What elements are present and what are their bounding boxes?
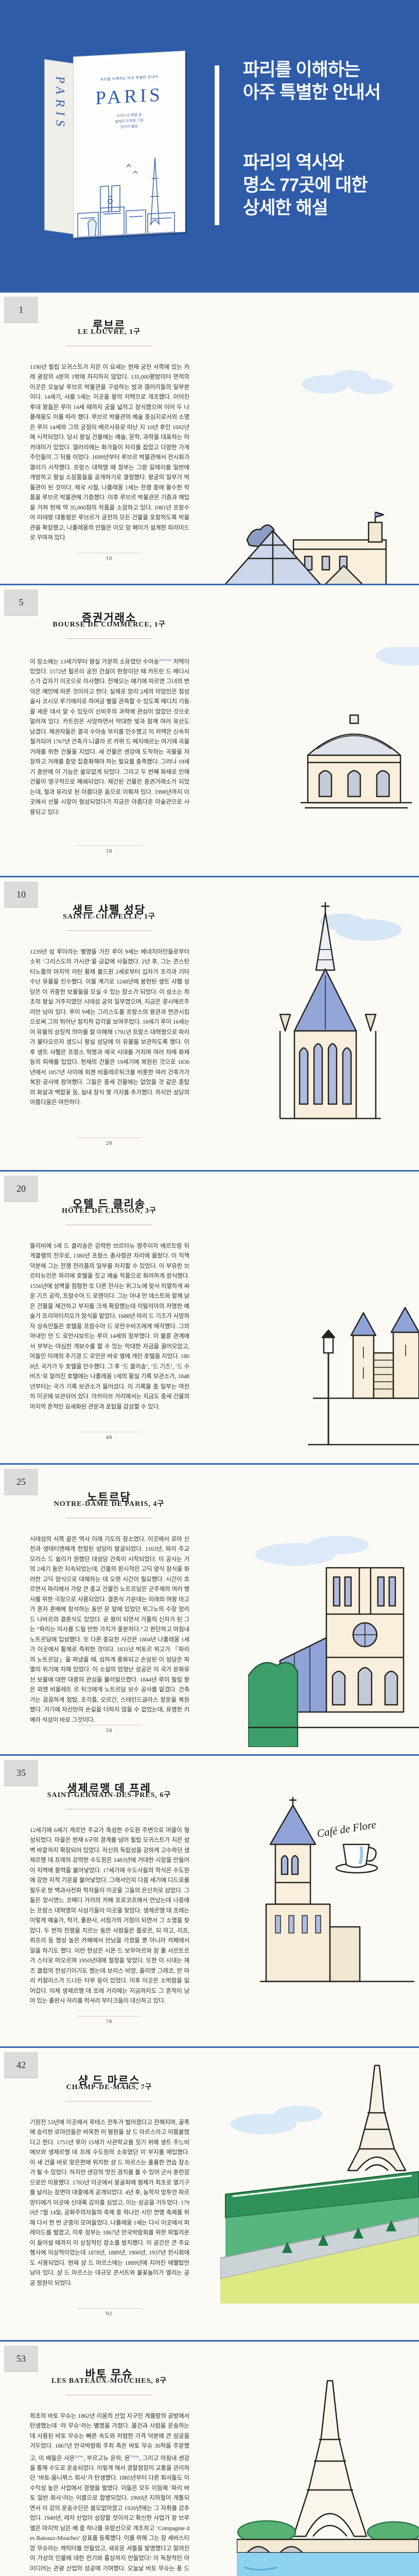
title-divider <box>66 638 152 639</box>
book-promo-page: PARIS 파리를 이해하는 아주 특별한 안내서 PARIS 도미니크 루셀 … <box>0 0 419 2576</box>
cover-credits: 도미니크 루셀 글 발레리 드쥐랑 그림 강이리 옮김 <box>74 110 185 132</box>
page-number: 78 <box>0 2019 218 2025</box>
place-subtitle: NOTRE-DAME DE PARIS, 4구 <box>0 1498 218 1509</box>
banner-headline: 파리를 이해하는 아주 특별한 안내서 <box>243 59 380 104</box>
cloud-icon <box>255 1536 369 1566</box>
cloud-icon <box>231 2106 322 2134</box>
headline-line: 파리를 이해하는 <box>243 59 380 81</box>
bateaux-mouches-illustration <box>237 2376 419 2576</box>
place-subtitle: LES BATEAUX-MOUCHES, 8구 <box>0 2375 218 2385</box>
place-section-saint-germain: 35 생제르맹 데 프레 SAINT-GERMAIN-DES-PRÉS, 6구 … <box>0 1754 419 2048</box>
cover-skyline-illustration <box>74 146 185 238</box>
subheadline-line: 명소 77곳에 대한 <box>243 174 368 197</box>
place-description: 1239년 성 루이라는 별명을 가진 루이 9세는 베네치아인들로부터 소위 … <box>30 947 189 1108</box>
cloud-icon <box>320 913 401 941</box>
place-section-hotel-clisson: 20 오텔 드 클리송 HÔTEL DE CLISSON, 3구 올리비에 5세… <box>0 1170 419 1465</box>
place-section-sainte-chapelle: 10 생트 샤펠 성당 SAINTE-CHAPELLE, 1구 1239년 성 … <box>0 876 419 1172</box>
book-cover: PARIS 파리를 이해하는 아주 특별한 안내서 PARIS 도미니크 루셀 … <box>44 54 184 240</box>
notre-dame-illustration <box>248 1505 419 1747</box>
place-section-louvre: 1 루브르 LE LOUVRE, 1구 1190년 필립 오귀스트가 지은 이 … <box>0 291 419 585</box>
place-description: 시테섬의 서쪽 끝은 역사 이래 기도의 장소였다. 이곳에서 로마 신전과 생… <box>30 1535 189 1726</box>
saint-germain-illustration: Café de Flore <box>260 1792 414 2039</box>
book-spine: PARIS <box>44 59 75 234</box>
page-number: 28 <box>0 1141 218 1146</box>
cloud-icon <box>302 370 393 394</box>
banner-subheadline: 파리의 역사와 명소 77곳에 대한 상세한 해설 <box>243 151 368 219</box>
place-subtitle: BOURSE DE COMMERCE, 1구 <box>0 619 218 629</box>
place-section-bourse: 5 증권거래소 BOURSE DE COMMERCE, 1구 이 장소에는 13… <box>0 584 419 877</box>
footer-dots <box>77 845 141 846</box>
place-description: 1190년 필립 오귀스트가 지은 이 요새는 현재 궁전 서쪽에 있는 카레 … <box>30 363 189 544</box>
book-spine-title: PARIS <box>53 75 67 132</box>
eiffel-tower-icon <box>293 2381 366 2536</box>
place-section-bateaux-mouches: 53 바토 무슈 LES BATEAUX-MOUCHES, 8구 최초의 바토 … <box>0 2340 419 2576</box>
cloud-icon <box>376 647 419 666</box>
place-description: 12세기에 6세기 게르만 주교가 축성한 수도원 주변으로 마을이 형성되었다… <box>30 1826 189 2007</box>
sainte-chapelle-illustration <box>246 898 411 1132</box>
page-number: 48 <box>0 1435 218 1440</box>
place-description: 기원전 53년에 이곳에서 루테스 전투가 벌어졌다고 전해지며, 골족에 승리… <box>30 2118 189 2289</box>
coffee-cup-icon <box>336 1844 377 1873</box>
headline-line: 아주 특별한 안내서 <box>243 81 380 104</box>
place-section-champ-de-mars: 42 샹 드 마르스 CHAMP-DE-MARS, 7구 기원전 53년에 이곳… <box>0 2046 419 2342</box>
footer-dots <box>77 2308 141 2309</box>
louvre-illustration <box>216 359 419 585</box>
title-divider <box>66 930 152 931</box>
place-description: 최초의 바토 무슈는 1862년 리옹의 산업 지구인 게를랑의 공방에서 탄생… <box>30 2412 189 2576</box>
place-subtitle: LE LOUVRE, 1구 <box>0 326 218 336</box>
page-number: 92 <box>0 2311 218 2317</box>
place-subtitle: SAINT-GERMAIN-DES-PRÉS, 6구 <box>0 1789 218 1800</box>
cover-tagline: 파리를 이해하는 아주 특별한 안내서 <box>74 73 185 83</box>
bourse-illustration <box>290 647 419 812</box>
accent-bar <box>215 65 219 225</box>
place-subtitle: CHAMP-DE-MARS, 7구 <box>0 2081 218 2092</box>
title-divider <box>66 2101 152 2102</box>
hotel-clisson-illustration <box>308 1275 419 1450</box>
page-number: 58 <box>0 1728 218 1734</box>
subheadline-line: 상세한 해설 <box>243 197 368 219</box>
book-title: PARIS <box>74 84 185 109</box>
eiffel-tower-icon <box>348 2065 406 2171</box>
place-description: 올리비에 5세 드 클리송은 강력한 브르타뉴 영주이자 베르트랑 뒤 게클랭의… <box>30 1242 189 1413</box>
place-section-notre-dame: 25 노트르담 NOTRE-DAME DE PARIS, 4구 시테섬의 서쪽 … <box>0 1463 419 1756</box>
header-banner: PARIS 파리를 이해하는 아주 특별한 안내서 PARIS 도미니크 루셀 … <box>0 0 419 291</box>
page-number: 18 <box>0 849 218 854</box>
place-subtitle: HÔTEL DE CLISSON, 3구 <box>0 1205 218 1215</box>
subheadline-line: 파리의 역사와 <box>243 151 368 174</box>
champ-de-mars-illustration <box>220 2061 419 2303</box>
page-number: 10 <box>0 556 218 562</box>
place-subtitle: SAINTE-CHAPELLE, 1구 <box>0 911 218 921</box>
book-front-cover: 파리를 이해하는 아주 특별한 안내서 PARIS 도미니크 루셀 글 발레리 … <box>73 50 185 238</box>
cafe-de-flore-label: Café de Flore <box>316 1818 377 1840</box>
place-description: 이 장소에는 13세기부터 왕실 가문의 소유였던 수아송Soissons 저택… <box>30 655 189 818</box>
